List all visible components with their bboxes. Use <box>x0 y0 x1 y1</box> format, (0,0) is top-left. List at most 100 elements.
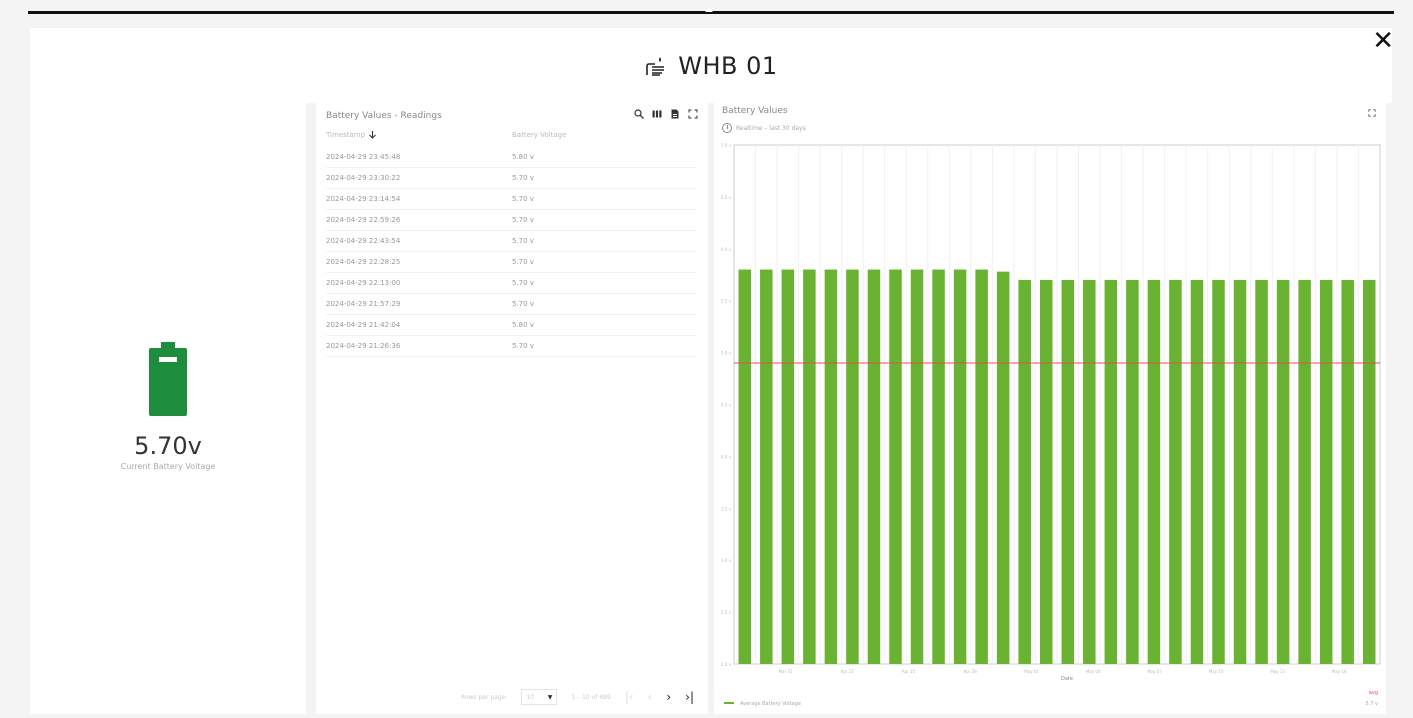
x-tick-label: Apr 28 <box>963 669 977 674</box>
pagination-range: 1 – 10 of 699 <box>571 693 611 701</box>
x-tick-label: Apr 22 <box>840 669 854 674</box>
timestamp-cell: 2024-04-29 23:45:48 <box>326 153 401 161</box>
table-row[interactable]: 2024-04-29 23:30:22 5.70 v <box>326 168 696 189</box>
pointer-caret <box>705 8 713 12</box>
timestamp-cell: 2024-04-29 21:42:04 <box>326 321 401 329</box>
voltage-cell: 5.70 v <box>512 237 534 245</box>
battery-chart: 2.0 v 2.5 v 3.0 v 3.5 v 4.0 v 4.5 v 5.0 v 5.5 v… <box>721 143 1381 707</box>
y-tick-label: 6.5 v <box>721 195 732 200</box>
chart-bar <box>1039 279 1053 664</box>
table-header: Timestamp Battery Voltage <box>326 131 696 139</box>
table-row[interactable]: 2024-04-29 21:57:29 5.70 v <box>326 294 696 315</box>
first-page-icon[interactable]: |‹ <box>625 690 634 704</box>
voltage-cell: 5.70 v <box>512 342 534 350</box>
chart-bar <box>1341 279 1354 664</box>
table-row[interactable]: 2024-04-29 22:59:26 5.70 v <box>326 210 696 231</box>
chart-bar <box>1018 279 1031 664</box>
y-tick-label: 4.5 v <box>721 403 732 408</box>
chart-bar <box>781 269 795 664</box>
battery-status-panel: 5.70v Current Battery Voltage <box>30 98 306 714</box>
battery-status: 5.70v Current Battery Voltage <box>30 342 306 471</box>
y-tick-label: 4.0 v <box>721 454 732 459</box>
y-tick-label: 3.5 v <box>721 506 732 511</box>
chart-bar <box>1169 279 1182 664</box>
chart-bar <box>1362 279 1376 664</box>
chart-bar <box>889 269 902 664</box>
last-page-icon[interactable]: ›| <box>685 690 694 704</box>
x-tick-label: Mar 31 <box>779 669 793 674</box>
y-tick-label: 2.5 v <box>721 610 732 615</box>
x-tick-label: May 16 <box>1332 669 1347 674</box>
dropdown-arrow-icon: ▼ <box>547 693 553 701</box>
chart-bar <box>1061 279 1075 664</box>
x-tick-label: Apr 25 <box>902 669 916 674</box>
chart-bar <box>1126 279 1139 664</box>
chart-bar <box>1104 279 1118 664</box>
chart-bar <box>1212 279 1225 664</box>
hand-wash-icon <box>646 56 665 76</box>
current-voltage-label: Current Battery Voltage <box>120 462 216 471</box>
chart-bar <box>846 269 859 664</box>
x-tick-label: May 07 <box>1147 669 1162 674</box>
table-row[interactable]: 2024-04-29 22:28:25 5.70 v <box>326 252 696 273</box>
timestamp-cell: 2024-04-29 22:13:00 <box>326 279 401 287</box>
legend-avg-label: avg <box>1369 690 1378 696</box>
voltage-cell: 5.70 v <box>512 195 534 203</box>
chart-bar <box>975 269 988 664</box>
chart-bar <box>996 271 1010 664</box>
y-tick-label: 6.0 v <box>721 247 732 252</box>
voltage-cell: 5.70 v <box>512 258 534 266</box>
table-pagination: Rows per page: 10 ▼ 1 – 10 of 699 |‹ ‹ ›… <box>316 688 708 706</box>
chart-panel: Battery Values Realtime – last 30 days 2… <box>714 98 1386 714</box>
fullscreen-icon[interactable] <box>688 109 698 119</box>
voltage-cell: 5.80 v <box>512 321 534 329</box>
current-voltage: 5.70v <box>134 432 202 460</box>
y-tick-label: 3.0 v <box>721 558 732 563</box>
close-icon[interactable]: ✕ <box>1372 28 1394 54</box>
table-body: 2024-04-29 23:45:48 5.80 v 2024-04-29 23:… <box>326 147 696 357</box>
x-tick-label: May 01 <box>1024 669 1039 674</box>
columns-icon[interactable] <box>652 109 662 119</box>
table-row[interactable]: 2024-04-29 21:42:04 5.80 v <box>326 315 696 336</box>
y-tick-label: 5.0 v <box>721 351 732 356</box>
chart-bar <box>1147 279 1161 664</box>
rows-per-page-label: Rows per page: <box>460 693 508 701</box>
legend-swatch <box>724 702 734 704</box>
dialog-title: WHB 01 <box>678 51 778 80</box>
chart-bar <box>738 269 752 664</box>
timestamp-cell: 2024-04-29 23:14:54 <box>326 195 401 203</box>
title-wrap: WHB 01 <box>644 52 777 80</box>
next-page-icon[interactable]: › <box>666 690 671 704</box>
chart-bar <box>1298 279 1311 664</box>
timestamp-cell: 2024-04-29 23:30:22 <box>326 174 401 182</box>
table-row[interactable]: 2024-04-29 22:43:54 5.70 v <box>326 231 696 252</box>
legend-label: Average Battery Voltage <box>740 701 801 707</box>
voltage-cell: 5.70 v <box>512 174 534 182</box>
search-icon[interactable] <box>634 109 644 119</box>
x-axis-label: Date <box>1061 676 1073 682</box>
chart-bar <box>1233 279 1247 664</box>
chart-bar <box>1255 279 1268 664</box>
chart-bar <box>1190 279 1204 664</box>
column-header-voltage[interactable]: Battery Voltage <box>512 131 566 139</box>
chart-bar <box>1276 279 1290 664</box>
prev-page-icon[interactable]: ‹ <box>648 690 653 704</box>
table-row[interactable]: 2024-04-29 23:45:48 5.80 v <box>326 147 696 168</box>
chart-bar <box>910 269 924 664</box>
table-row[interactable]: 2024-04-29 23:14:54 5.70 v <box>326 189 696 210</box>
table-row[interactable]: 2024-04-29 22:13:00 5.70 v <box>326 273 696 294</box>
chart-bar <box>953 269 967 664</box>
export-icon[interactable] <box>670 109 680 119</box>
timestamp-cell: 2024-04-29 22:59:26 <box>326 216 401 224</box>
dialog-header: WHB 01 <box>30 28 1392 103</box>
column-header-label: Timestamp <box>326 131 366 139</box>
table-row[interactable]: 2024-04-29 21:26:36 5.70 v <box>326 336 696 357</box>
readings-toolbar <box>634 109 698 119</box>
x-tick-label: May 10 <box>1209 669 1224 674</box>
timestamp-cell: 2024-04-29 21:57:29 <box>326 300 401 308</box>
column-header-timestamp[interactable]: Timestamp <box>326 131 512 139</box>
chart-bar <box>824 269 838 664</box>
device-dialog: WHB 01 ✕ 5.70v Current Battery Voltage B… <box>28 14 1394 718</box>
readings-title: Battery Values - Readings <box>326 111 442 121</box>
rows-per-page-select[interactable]: 10 ▼ <box>521 689 558 705</box>
